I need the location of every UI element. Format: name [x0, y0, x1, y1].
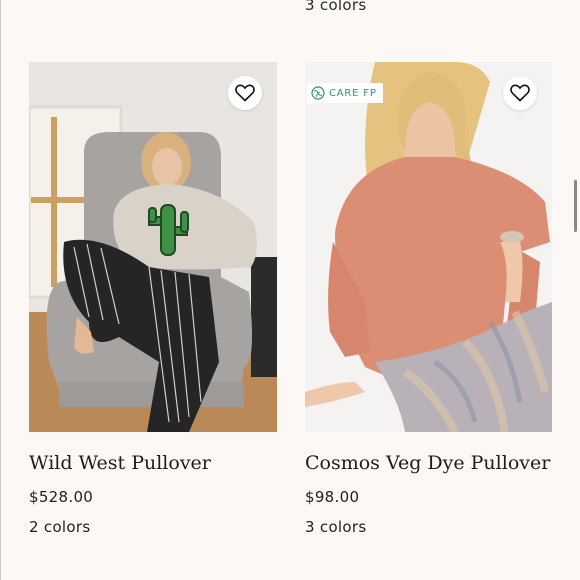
product-image[interactable]: CARE FP [305, 62, 552, 432]
product-price: $98.00 [305, 488, 360, 506]
scrollbar-thumb[interactable] [574, 180, 577, 232]
favorite-button[interactable] [228, 76, 262, 110]
badge-label: CARE FP [329, 87, 377, 99]
product-title[interactable]: Wild West Pullover [29, 452, 277, 474]
previous-row-colors: 3 colors [305, 0, 367, 14]
heart-outline-icon [235, 84, 255, 102]
page-edge-divider [0, 0, 1, 580]
product-price: $528.00 [29, 488, 94, 506]
product-image[interactable] [29, 62, 277, 432]
heart-outline-icon [510, 84, 530, 102]
product-card-wild-west-pullover[interactable]: Wild West Pullover $528.00 2 colors [29, 62, 277, 536]
product-title[interactable]: Cosmos Veg Dye Pullover [305, 452, 552, 474]
product-colors-count[interactable]: 3 colors [305, 518, 552, 536]
care-fp-badge: CARE FP [307, 83, 383, 103]
product-colors-count[interactable]: 2 colors [29, 518, 277, 536]
favorite-button[interactable] [503, 76, 537, 110]
product-card-cosmos-veg-dye-pullover[interactable]: CARE FP Cosmos Veg Dye Pullover $98.00 3… [305, 62, 552, 536]
product-photo-cosmos [305, 62, 552, 432]
product-photo-wild-west [29, 62, 277, 432]
globe-leaf-icon [311, 86, 325, 100]
